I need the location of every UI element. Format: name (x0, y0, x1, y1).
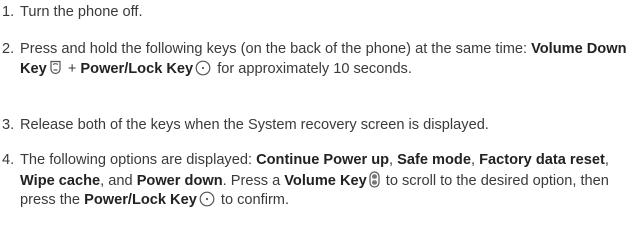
volume-down-key-icon (49, 60, 62, 76)
step-text: The following options are displayed: Con… (20, 152, 609, 208)
option-safe-mode: Safe mode (397, 152, 471, 168)
step-number: 3. (2, 117, 15, 133)
step-text: Turn the phone off. (20, 4, 143, 20)
option-continue-power-up: Continue Power up (256, 152, 390, 168)
option-factory-data-reset: Factory data reset (479, 152, 605, 168)
step-2: 2. Press and hold the following keys (on… (0, 40, 634, 79)
step-number: 1. (2, 4, 15, 20)
volume-key-icon (369, 170, 380, 188)
option-power-down: Power down (136, 172, 223, 189)
step-3: 3. Release both of the keys when the Sys… (0, 116, 634, 136)
power-lock-key-icon (199, 191, 215, 207)
power-lock-key-label: Power/Lock Key (80, 60, 194, 77)
option-wipe-cache: Wipe cache (20, 172, 101, 189)
volume-key-label: Volume Key (284, 172, 367, 189)
power-lock-key-icon (195, 60, 211, 76)
instruction-list: 1. Turn the phone off. 2. Press and hold… (0, 0, 638, 249)
step-number: 2. (2, 41, 15, 57)
step-4: 4. The following options are displayed: … (0, 151, 634, 211)
step-text: Release both of the keys when the System… (20, 117, 489, 133)
step-1: 1. Turn the phone off. (0, 3, 634, 23)
step-text: Press and hold the following keys (on th… (20, 41, 627, 77)
step-number: 4. (2, 152, 15, 168)
power-lock-key-label: Power/Lock Key (84, 192, 197, 208)
